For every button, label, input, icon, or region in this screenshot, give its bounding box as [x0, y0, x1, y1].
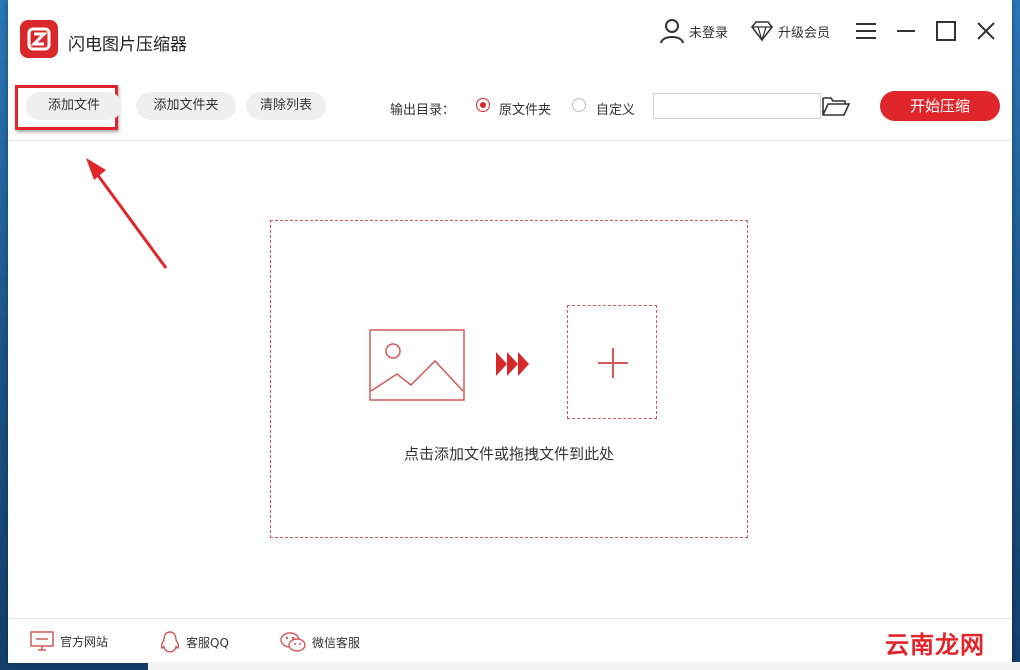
drop-zone[interactable]: 点击添加文件或拖拽文件到此处: [270, 220, 748, 538]
toolbar: 添加文件 添加文件夹 清除列表 输出目录： 原文件夹 自定义 开始压缩: [8, 70, 1012, 141]
start-compress-button[interactable]: 开始压缩: [880, 91, 1000, 121]
output-dir-label: 输出目录：: [390, 103, 456, 118]
add-file-button[interactable]: 添加文件: [26, 92, 122, 120]
menu-button[interactable]: [852, 17, 880, 45]
close-icon: [977, 22, 995, 40]
footer: 官方网站 客服QQ 微信客服: [8, 618, 1012, 663]
radio-custom-label: 自定义: [596, 103, 636, 118]
output-path-input[interactable]: [653, 93, 821, 119]
image-placeholder-icon: [369, 329, 465, 401]
add-folder-button[interactable]: 添加文件夹: [136, 92, 236, 120]
app-window: 闪电图片压缩器 未登录 升级会员 添加文件 添加文件夹 清除列表 输出目录： 原…: [8, 0, 1012, 663]
maximize-button[interactable]: [932, 17, 960, 45]
plus-icon: [598, 348, 628, 378]
footer-website-link[interactable]: 官方网站: [30, 631, 108, 651]
upgrade-label: 升级会员: [777, 25, 830, 41]
app-title: 闪电图片压缩器: [68, 35, 187, 55]
watermark: 云南龙网: [885, 631, 985, 659]
forward-arrows-icon: [496, 352, 529, 376]
radio-original-folder[interactable]: [476, 98, 490, 112]
annotation-arrow-icon: [86, 158, 168, 269]
minimize-icon: [897, 30, 915, 32]
maximize-icon: [936, 21, 956, 41]
title-bar: 闪电图片压缩器 未登录 升级会员: [8, 0, 1012, 70]
footer-qq-label: 客服QQ: [186, 635, 229, 650]
login-label: 未登录: [688, 25, 728, 41]
title-actions: 未登录 升级会员: [659, 14, 1012, 48]
footer-wechat-link[interactable]: 微信客服: [280, 631, 360, 653]
wechat-icon: [280, 632, 306, 652]
clear-list-button[interactable]: 清除列表: [246, 92, 326, 120]
user-icon: [659, 19, 684, 44]
footer-qq-link[interactable]: 客服QQ: [160, 631, 229, 653]
browse-folder-button[interactable]: [821, 94, 851, 118]
minimize-button[interactable]: [892, 17, 920, 45]
radio-custom[interactable]: [572, 98, 586, 112]
login-link[interactable]: 未登录: [659, 18, 728, 44]
add-file-tile[interactable]: [567, 305, 657, 419]
close-button[interactable]: [972, 17, 1000, 45]
radio-original-folder-label: 原文件夹: [499, 103, 552, 118]
app-logo-icon: [20, 20, 58, 58]
upgrade-link[interactable]: 升级会员: [750, 20, 830, 42]
folder-open-icon: [822, 97, 851, 116]
qq-penguin-icon: [160, 631, 180, 653]
monitor-icon: [30, 631, 54, 651]
menu-icon: [856, 23, 876, 39]
footer-wechat-label: 微信客服: [312, 635, 361, 650]
footer-website-label: 官方网站: [60, 634, 109, 649]
drop-zone-hint: 点击添加文件或拖拽文件到此处: [403, 445, 614, 463]
diamond-icon: [750, 21, 774, 42]
